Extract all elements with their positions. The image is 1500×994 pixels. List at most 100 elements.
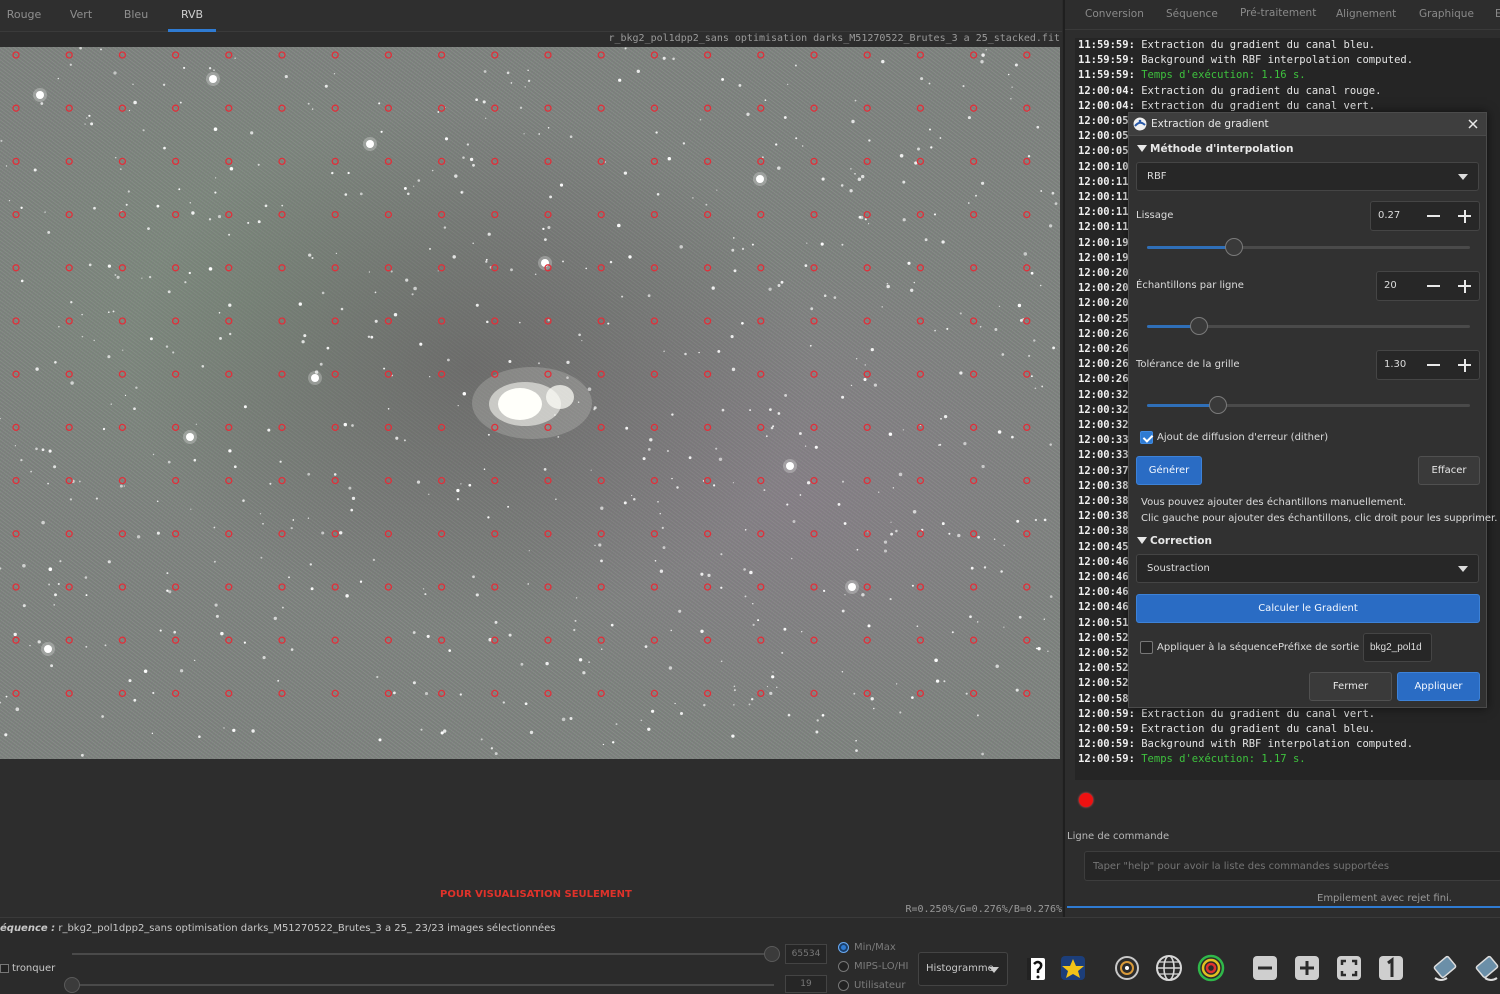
background-sample-marker[interactable] [171,264,180,272]
background-sample-marker[interactable] [969,689,978,698]
rotate-left-icon[interactable] [1430,952,1460,984]
samples-spinner[interactable]: 20 [1376,271,1480,301]
background-sample-marker[interactable] [863,423,871,432]
background-sample-marker[interactable] [225,264,233,272]
command-input[interactable] [1084,851,1500,881]
astro-image-canvas[interactable] [0,47,1060,759]
correction-combo[interactable]: Soustraction [1136,554,1479,583]
background-sample-marker[interactable] [225,583,233,591]
background-sample-marker[interactable] [12,689,20,698]
background-sample-marker[interactable] [757,636,765,644]
background-sample-marker[interactable] [810,317,818,325]
background-sample-marker[interactable] [544,636,552,644]
background-sample-marker[interactable] [12,583,20,591]
background-sample-marker[interactable] [650,689,659,698]
apply-sequence-checkbox[interactable] [1140,641,1153,654]
background-sample-marker[interactable] [331,476,339,485]
apply-button[interactable]: Appliquer [1397,672,1480,701]
background-sample-marker[interactable] [703,210,712,219]
background-sample-marker[interactable] [810,104,818,112]
background-sample-marker[interactable] [384,104,393,112]
zoom-in-icon[interactable] [1292,952,1322,984]
mode-minmax-radio[interactable] [838,942,849,953]
clear-button[interactable]: Effacer [1418,456,1480,485]
mode-mips-radio[interactable] [838,961,849,972]
background-sample-marker[interactable] [118,317,127,325]
background-sample-marker[interactable] [810,423,818,432]
background-sample-marker[interactable] [1023,317,1031,325]
background-sample-marker[interactable] [810,210,818,219]
background-sample-marker[interactable] [969,423,978,432]
correction-section-header[interactable]: Correction [1137,535,1212,547]
mode-user-radio[interactable] [838,980,849,991]
background-sample-marker[interactable] [225,530,233,538]
background-sample-marker[interactable] [118,636,127,644]
background-sample-marker[interactable] [331,530,339,538]
background-sample-marker[interactable] [810,689,818,698]
background-sample-marker[interactable] [118,583,127,591]
background-sample-marker[interactable] [969,157,978,166]
background-sample-marker[interactable] [331,689,339,698]
smoothing-plus-button[interactable] [1449,202,1480,230]
interpolation-method-combo[interactable]: RBF [1136,162,1479,191]
background-sample-marker[interactable] [65,51,73,59]
background-sample-marker[interactable] [437,104,446,112]
background-sample-marker[interactable] [757,530,765,538]
background-sample-marker[interactable] [757,317,765,325]
background-sample-marker[interactable] [331,583,339,591]
background-sample-marker[interactable] [12,370,20,378]
background-sample-marker[interactable] [171,636,180,644]
tolerance-spinner[interactable]: 1.30 [1376,350,1480,380]
background-sample-marker[interactable] [12,476,20,485]
background-sample-marker[interactable] [12,210,20,219]
background-sample-marker[interactable] [597,157,605,166]
background-sample-marker[interactable] [969,264,978,272]
background-sample-marker[interactable] [916,264,925,272]
max-value-field[interactable]: 65534 [785,944,827,964]
background-sample-marker[interactable] [12,51,20,59]
background-sample-marker[interactable] [225,157,233,166]
background-sample-marker[interactable] [703,476,712,485]
background-sample-marker[interactable] [1023,210,1031,219]
background-sample-marker[interactable] [171,530,180,538]
background-sample-marker[interactable] [757,264,765,272]
background-sample-marker[interactable] [278,530,286,538]
tab-rvb[interactable]: RVB [168,0,216,32]
fit-screen-icon[interactable] [1334,952,1364,984]
background-sample-marker[interactable] [65,157,73,166]
background-sample-marker[interactable] [810,370,818,378]
background-sample-marker[interactable] [118,104,127,112]
background-sample-marker[interactable] [703,583,712,591]
tab-more[interactable]: E [1495,8,1500,20]
background-sample-marker[interactable] [1023,583,1031,591]
background-sample-marker[interactable] [278,476,286,485]
background-sample-marker[interactable] [757,51,765,59]
background-sample-marker[interactable] [384,317,393,325]
background-sample-marker[interactable] [597,636,605,644]
background-sample-marker[interactable] [65,104,73,112]
background-sample-marker[interactable] [544,51,552,59]
background-sample-marker[interactable] [597,370,605,378]
background-sample-marker[interactable] [437,370,446,378]
background-sample-marker[interactable] [278,370,286,378]
background-sample-marker[interactable] [650,210,659,219]
background-sample-marker[interactable] [278,423,286,432]
background-sample-marker[interactable] [437,51,446,59]
background-sample-marker[interactable] [331,51,339,59]
background-sample-marker[interactable] [491,636,499,644]
tab-alignement[interactable]: Alignement [1336,8,1396,20]
smoothing-slider[interactable] [1147,238,1470,256]
background-sample-marker[interactable] [65,476,73,485]
target-icon[interactable] [1196,952,1226,984]
background-sample-marker[interactable] [969,476,978,485]
background-sample-marker[interactable] [225,636,233,644]
zoom-1-icon[interactable] [1376,952,1406,984]
background-sample-marker[interactable] [171,689,180,698]
background-sample-marker[interactable] [1023,104,1031,112]
background-sample-marker[interactable] [225,51,233,59]
background-sample-marker[interactable] [384,210,393,219]
min-slider-track[interactable] [72,984,774,986]
background-sample-marker[interactable] [278,583,286,591]
background-sample-marker[interactable] [225,104,233,112]
background-sample-marker[interactable] [863,51,871,59]
